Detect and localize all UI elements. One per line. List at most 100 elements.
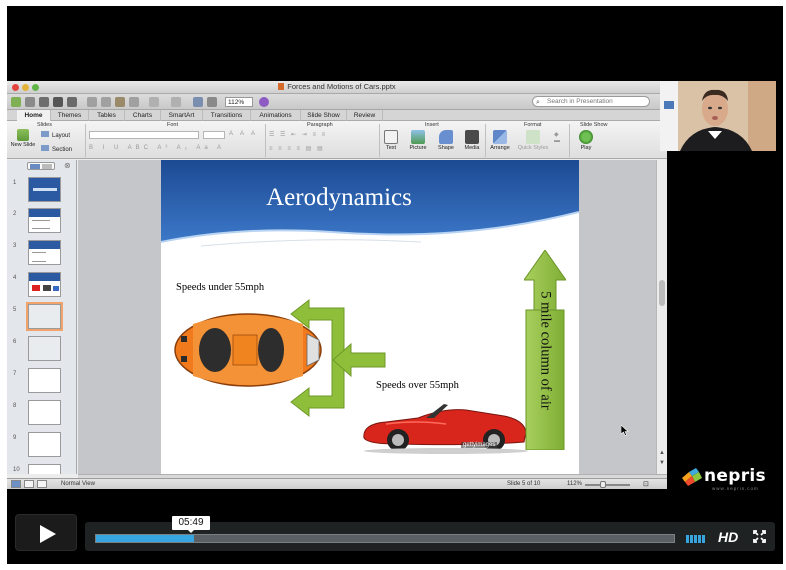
slide-title[interactable]: Aerodynamics xyxy=(221,184,457,212)
volume-icon[interactable] xyxy=(686,532,708,543)
layout-label: Layout xyxy=(52,133,71,139)
new-slide-label: New Slide xyxy=(10,142,36,148)
shape-fill-buttons[interactable]: ◆ ▬ xyxy=(554,131,560,144)
fit-window-icon[interactable]: ⊡ xyxy=(643,480,649,488)
fullscreen-icon[interactable] xyxy=(753,530,766,543)
speeds-over-label[interactable]: Speeds over 55mph xyxy=(376,380,459,391)
slide-thumbnail-8[interactable]: 8 xyxy=(7,400,76,430)
paragraph-list-buttons[interactable]: ☰ ☰ ⇤ ⇥ ≡ ≡ xyxy=(269,131,327,138)
play-slideshow-button[interactable]: Play xyxy=(575,130,597,151)
print-icon[interactable] xyxy=(67,97,77,107)
open-icon[interactable] xyxy=(39,97,49,107)
thumbnail-text-lines xyxy=(32,220,50,229)
play-button[interactable] xyxy=(15,514,77,551)
tab-review[interactable]: Review xyxy=(347,110,383,121)
tab-transitions[interactable]: Transitions xyxy=(203,110,251,121)
section-button[interactable]: Section xyxy=(41,145,72,153)
zoom-slider-knob[interactable] xyxy=(600,481,606,488)
orange-car-image[interactable] xyxy=(173,310,323,388)
speeds-under-label[interactable]: Speeds under 55mph xyxy=(176,282,264,293)
normal-view-button[interactable] xyxy=(11,480,21,488)
tab-themes[interactable]: Themes xyxy=(51,110,89,121)
slide-number: 2 xyxy=(13,211,17,217)
insert-shape-label: Shape xyxy=(438,145,454,151)
save-icon[interactable] xyxy=(53,97,63,107)
tab-themes-label: Themes xyxy=(57,112,82,119)
tab-home[interactable]: Home xyxy=(17,110,51,121)
zoom-slider[interactable] xyxy=(585,481,630,488)
font-name-select[interactable] xyxy=(89,131,199,139)
pane-view-toggle[interactable] xyxy=(27,162,55,170)
vertical-scrollbar[interactable]: ▲ ▼ xyxy=(656,160,667,474)
search-icon: ⌕ xyxy=(536,99,540,106)
group-label-format: Format xyxy=(524,122,542,128)
tab-home-label: Home xyxy=(24,112,43,119)
insert-media-button[interactable]: Media xyxy=(461,130,483,151)
section-icon xyxy=(41,145,49,151)
group-label-slide-show: Slide Show xyxy=(580,122,608,128)
air-column-label[interactable]: 5 mile column of air xyxy=(537,251,554,451)
font-size-select[interactable] xyxy=(203,131,225,139)
scroll-up-arrow-icon[interactable]: ▲ xyxy=(659,450,665,456)
templates-icon[interactable] xyxy=(25,97,35,107)
ribbon-separator xyxy=(85,124,86,157)
tab-tables[interactable]: Tables xyxy=(89,110,125,121)
tab-charts[interactable]: Charts xyxy=(125,110,161,121)
nepris-logo[interactable]: nepris www.nepris.com xyxy=(682,464,778,494)
help-icon[interactable] xyxy=(259,97,269,107)
thumbnail-car-red xyxy=(32,285,40,291)
current-slide[interactable]: Aerodynamics Speeds under 55mph Speeds o… xyxy=(161,160,579,474)
search-input[interactable]: ⌕ Search in Presentation xyxy=(532,96,650,107)
slide-show-view-button[interactable] xyxy=(37,480,47,488)
layout-button[interactable]: Layout xyxy=(41,131,70,139)
text-box-icon xyxy=(384,130,398,144)
slide-thumbnail-5[interactable]: 5 xyxy=(7,302,76,334)
sidebar-icon[interactable] xyxy=(207,97,217,107)
slide-thumbnail-10[interactable]: 10 xyxy=(7,464,76,474)
slide-thumbnail-1[interactable]: 1 xyxy=(7,177,76,207)
paragraph-align-buttons[interactable]: ≡ ≡ ≡ ≡ ▤ ▤ xyxy=(269,145,325,152)
thumbnail-image-selected xyxy=(26,302,63,331)
arrange-button[interactable]: Arrange xyxy=(487,130,513,151)
scroll-thumb[interactable] xyxy=(659,280,665,306)
slide-canvas[interactable]: Aerodynamics Speeds under 55mph Speeds o… xyxy=(78,160,656,474)
zoom-select[interactable]: 112% xyxy=(225,97,253,107)
insert-text-button[interactable]: Text xyxy=(381,130,401,151)
status-bar: Normal View Slide 5 of 10 112% ⊡ xyxy=(7,478,667,489)
slide-thumbnail-3[interactable]: 3 xyxy=(7,240,76,270)
slide-sorter-button[interactable] xyxy=(24,480,34,488)
slide-thumbnail-7[interactable]: 7 xyxy=(7,368,76,398)
paste-icon[interactable] xyxy=(115,97,125,107)
format-painter-icon[interactable] xyxy=(129,97,139,107)
quick-styles-button[interactable]: Quick Styles xyxy=(515,130,551,151)
group-label-slides: Slides xyxy=(37,122,52,128)
slide-number: 6 xyxy=(13,339,17,345)
red-car-image[interactable] xyxy=(356,394,531,454)
slide-thumbnail-4[interactable]: 4 xyxy=(7,272,76,302)
scroll-down-arrow-icon[interactable]: ▼ xyxy=(659,460,665,466)
cut-icon[interactable] xyxy=(87,97,97,107)
hd-toggle-button[interactable]: HD xyxy=(718,529,738,545)
window-titlebar: Forces and Motions of Cars.pptx xyxy=(7,81,667,94)
volume-bar xyxy=(694,535,697,543)
tab-slide-show[interactable]: Slide Show xyxy=(301,110,347,121)
insert-picture-button[interactable]: Picture xyxy=(405,130,431,151)
redo-icon[interactable] xyxy=(171,97,181,107)
slides-view-icon xyxy=(30,164,40,169)
font-grow-shrink[interactable]: A A A xyxy=(229,131,258,137)
gallery-icon[interactable] xyxy=(193,97,203,107)
insert-shape-button[interactable]: Shape xyxy=(435,130,457,151)
new-slide-button[interactable]: New Slide xyxy=(9,129,37,148)
copy-icon[interactable] xyxy=(101,97,111,107)
slide-thumbnail-9[interactable]: 9 xyxy=(7,432,76,462)
slide-thumbnail-2[interactable]: 2 xyxy=(7,208,76,238)
progress-bar[interactable] xyxy=(95,534,675,543)
new-icon[interactable] xyxy=(11,97,21,107)
play-label: Play xyxy=(580,145,592,151)
slide-thumbnail-6[interactable]: 6 xyxy=(7,336,76,366)
undo-icon[interactable] xyxy=(149,97,159,107)
tab-animations[interactable]: Animations xyxy=(251,110,301,121)
font-format-buttons[interactable]: B I U ABC A² A₂ Aa A xyxy=(89,145,225,151)
tab-smartart[interactable]: SmartArt xyxy=(161,110,203,121)
pane-close-icon[interactable]: ⊗ xyxy=(64,161,71,170)
